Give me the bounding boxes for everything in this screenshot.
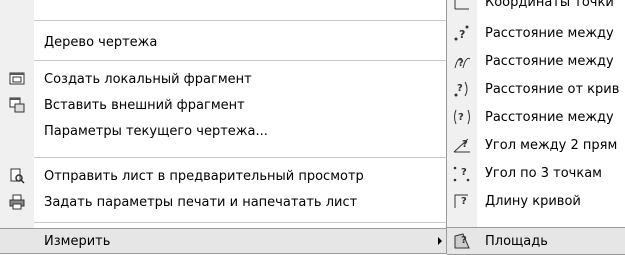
external-fragment-icon: [8, 96, 26, 114]
menu-item-label: Дерево чертежа: [44, 34, 158, 50]
menu-item-create-local-fragment[interactable]: Создать локальный фрагмент: [0, 66, 446, 92]
submenu-item-label: Угол между 2 прям: [485, 137, 618, 153]
svg-text:?: ?: [461, 196, 467, 207]
submenu-item-label: Расстояние между: [485, 109, 614, 125]
submenu-item-label: Угол по 3 точкам: [485, 165, 602, 181]
submenu-item-area[interactable]: ? Площадь: [447, 227, 625, 255]
menu-item-send-to-preview[interactable]: Отправить лист в предварительный просмот…: [0, 163, 446, 189]
submenu-item-curve-length[interactable]: ? Длину кривой: [447, 187, 625, 215]
menu-item-label: Задать параметры печати и напечатать лис…: [44, 194, 358, 210]
curve-length-icon: ?: [451, 190, 473, 212]
submenu-item-angle-three-points[interactable]: ? Угол по 3 точкам: [447, 159, 625, 187]
area-icon: ?: [451, 230, 473, 252]
menu-item-label: Вставить внешний фрагмент: [44, 97, 245, 113]
distance-point-curve-icon: ?: [451, 50, 473, 72]
distance-curves-icon: ?: [451, 106, 473, 128]
menu-separator: [34, 222, 446, 223]
svg-text:?: ?: [459, 28, 465, 41]
svg-text:?: ?: [457, 83, 463, 94]
menu-item-label: Параметры текущего чертежа...: [44, 123, 268, 139]
angle-two-lines-icon: ?: [451, 134, 473, 156]
submenu-item-label: Площадь: [485, 233, 548, 249]
svg-text:?: ?: [461, 235, 467, 246]
menu-item-drawing-parameters[interactable]: Параметры текущего чертежа...: [0, 118, 446, 144]
submenu-arrow-icon: [438, 237, 442, 245]
submenu-item-distance-point-curve[interactable]: ? Расстояние между: [447, 47, 625, 75]
submenu-item-distance-from-curve[interactable]: ? Расстояние от крив: [447, 75, 625, 103]
svg-text:?: ?: [458, 112, 464, 123]
preview-icon: [8, 167, 26, 185]
menu-separator: [34, 60, 446, 61]
menu-separator: [34, 20, 446, 21]
main-menu: Дерево чертежа Создать локальный фрагмен…: [0, 0, 446, 254]
measure-submenu: Координаты точки ? Расстояние между ? Ра…: [446, 0, 625, 255]
submenu-item-label: Расстояние между: [485, 25, 614, 41]
menu-item-drawing-tree[interactable]: Дерево чертежа: [0, 29, 446, 55]
svg-text:?: ?: [462, 139, 468, 150]
submenu-item-distance-points[interactable]: ? Расстояние между: [447, 19, 625, 47]
distance-points-icon: ?: [451, 22, 473, 44]
print-icon: [8, 193, 26, 211]
menu-item-insert-external-fragment[interactable]: Вставить внешний фрагмент: [0, 92, 446, 118]
svg-text:?: ?: [461, 167, 467, 178]
menu-item-label: Отправить лист в предварительный просмот…: [44, 168, 364, 184]
submenu-item-distance-curves[interactable]: ? Расстояние между: [447, 103, 625, 131]
submenu-item-label: Расстояние между: [485, 53, 614, 69]
svg-text:?: ?: [458, 58, 464, 69]
submenu-item-label: Длину кривой: [485, 193, 581, 209]
submenu-item-point-coordinates[interactable]: Координаты точки: [447, 0, 625, 16]
submenu-item-label: Координаты точки: [485, 0, 614, 10]
menu-item-label: Создать локальный фрагмент: [44, 71, 252, 87]
submenu-item-angle-two-lines[interactable]: ? Угол между 2 прям: [447, 131, 625, 159]
local-fragment-icon: [8, 70, 26, 88]
point-coordinates-icon: [451, 0, 473, 13]
menu-item-label: Измерить: [44, 233, 111, 249]
angle-three-points-icon: ?: [451, 162, 473, 184]
distance-from-curve-icon: ?: [451, 78, 473, 100]
menu-item-measure[interactable]: Измерить: [0, 228, 446, 254]
menu-item-print[interactable]: Задать параметры печати и напечатать лис…: [0, 189, 446, 215]
submenu-item-label: Расстояние от крив: [485, 81, 620, 97]
menu-separator: [34, 157, 446, 158]
